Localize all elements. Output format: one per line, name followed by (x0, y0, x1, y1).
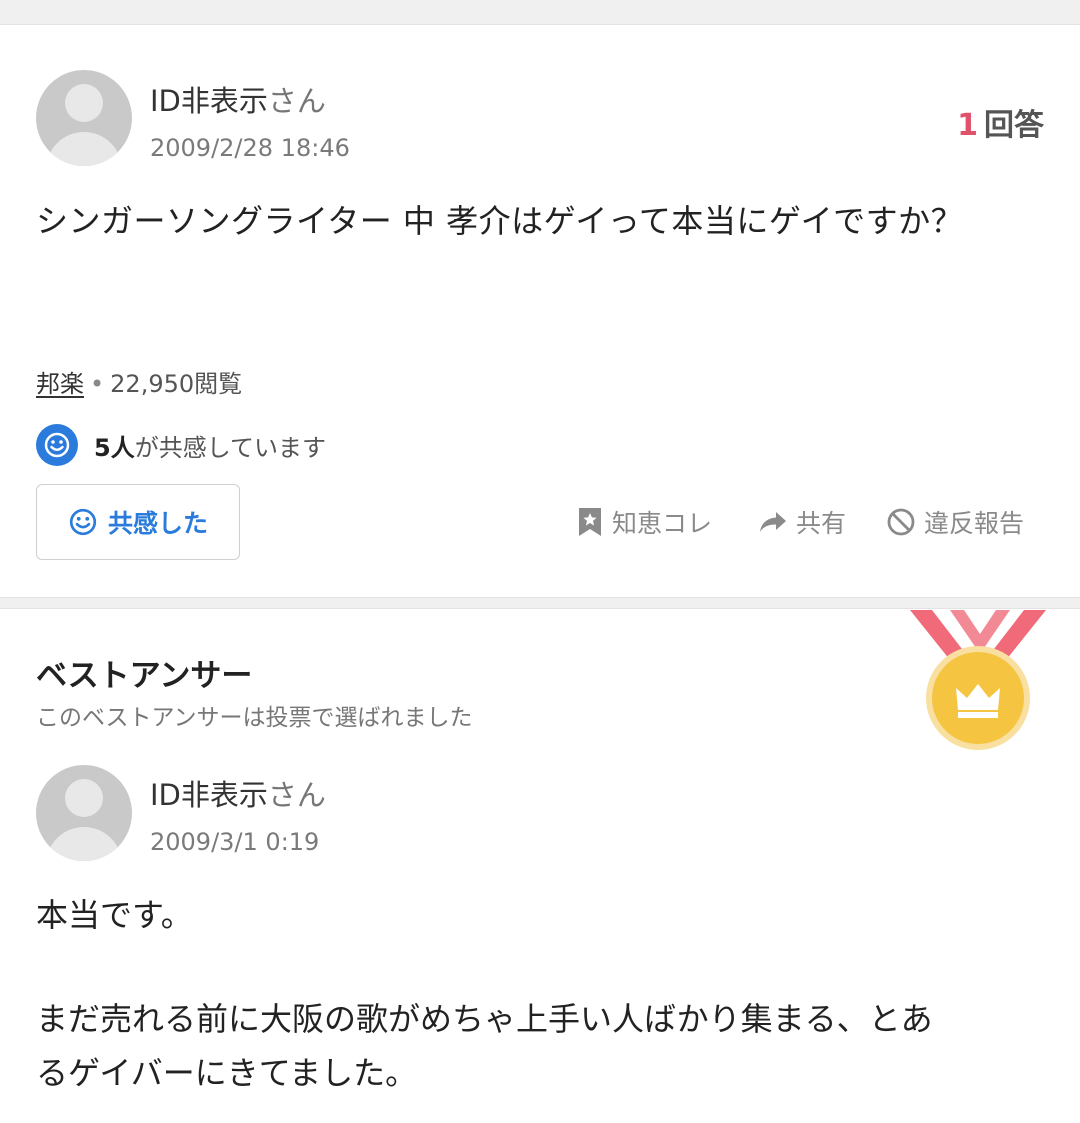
user-suffix: さん (267, 84, 326, 118)
user-name-text: ID非表示 (150, 778, 268, 812)
empathy-text: 5人が共感しています (94, 428, 326, 463)
bookmark-action[interactable]: 知恵コレ (576, 500, 712, 544)
empathy-summary: 5人が共感しています (36, 424, 326, 466)
top-separator (0, 0, 1080, 25)
bookmark-star-icon (579, 508, 601, 536)
smile-icon (36, 424, 78, 466)
category-link[interactable]: 邦楽 (36, 370, 84, 398)
prohibited-icon (887, 508, 915, 536)
answer-line: まだ売れる前に大阪の歌がめちゃ上手い人ばかり集まる、とあ (36, 1000, 933, 1038)
meta-separator: • (90, 370, 105, 398)
answer-user-name[interactable]: ID非表示さん (150, 772, 326, 814)
answer-user-avatar[interactable] (36, 765, 132, 861)
user-name-text: ID非表示 (150, 84, 268, 118)
section-separator (0, 597, 1080, 609)
answer-count-label: 回答 (984, 108, 1044, 143)
empathy-count: 5人 (94, 433, 135, 462)
answer-date: 2009/3/1 0:19 (150, 828, 320, 856)
best-answer-title: ベストアンサー (36, 658, 253, 694)
gold-medal-icon (910, 610, 1050, 750)
empathy-button-label: 共感した (107, 509, 208, 538)
user-suffix: さん (267, 778, 326, 812)
answer-count[interactable]: 1 回答 (957, 100, 1044, 144)
question-user-avatar[interactable] (36, 70, 132, 166)
question-date: 2009/2/28 18:46 (150, 134, 350, 162)
empathy-suffix: が共感しています (134, 433, 326, 462)
question-user-name[interactable]: ID非表示さん (150, 78, 326, 120)
answer-count-number: 1 (957, 108, 978, 143)
share-action[interactable]: 共有 (758, 500, 846, 544)
report-action[interactable]: 違反報告 (886, 500, 1024, 544)
empathy-button[interactable]: 共感した (36, 484, 240, 560)
view-count: 22,950閲覧 (110, 370, 243, 398)
share-label: 共有 (796, 509, 847, 538)
report-label: 違反報告 (924, 509, 1025, 538)
best-answer-subtitle: このベストアンサーは投票で選ばれました (36, 705, 473, 731)
answer-line: 本当です。 (36, 896, 193, 934)
smile-icon (69, 508, 97, 536)
question-text: シンガーソングライター 中 孝介はゲイって本当にゲイですか？ (36, 202, 964, 240)
question-meta: 邦楽 • 22,950閲覧 (36, 364, 242, 399)
share-arrow-icon (760, 512, 786, 532)
bookmark-label: 知恵コレ (612, 509, 713, 538)
answer-line: るゲイバーにきてました。 (36, 1054, 418, 1092)
